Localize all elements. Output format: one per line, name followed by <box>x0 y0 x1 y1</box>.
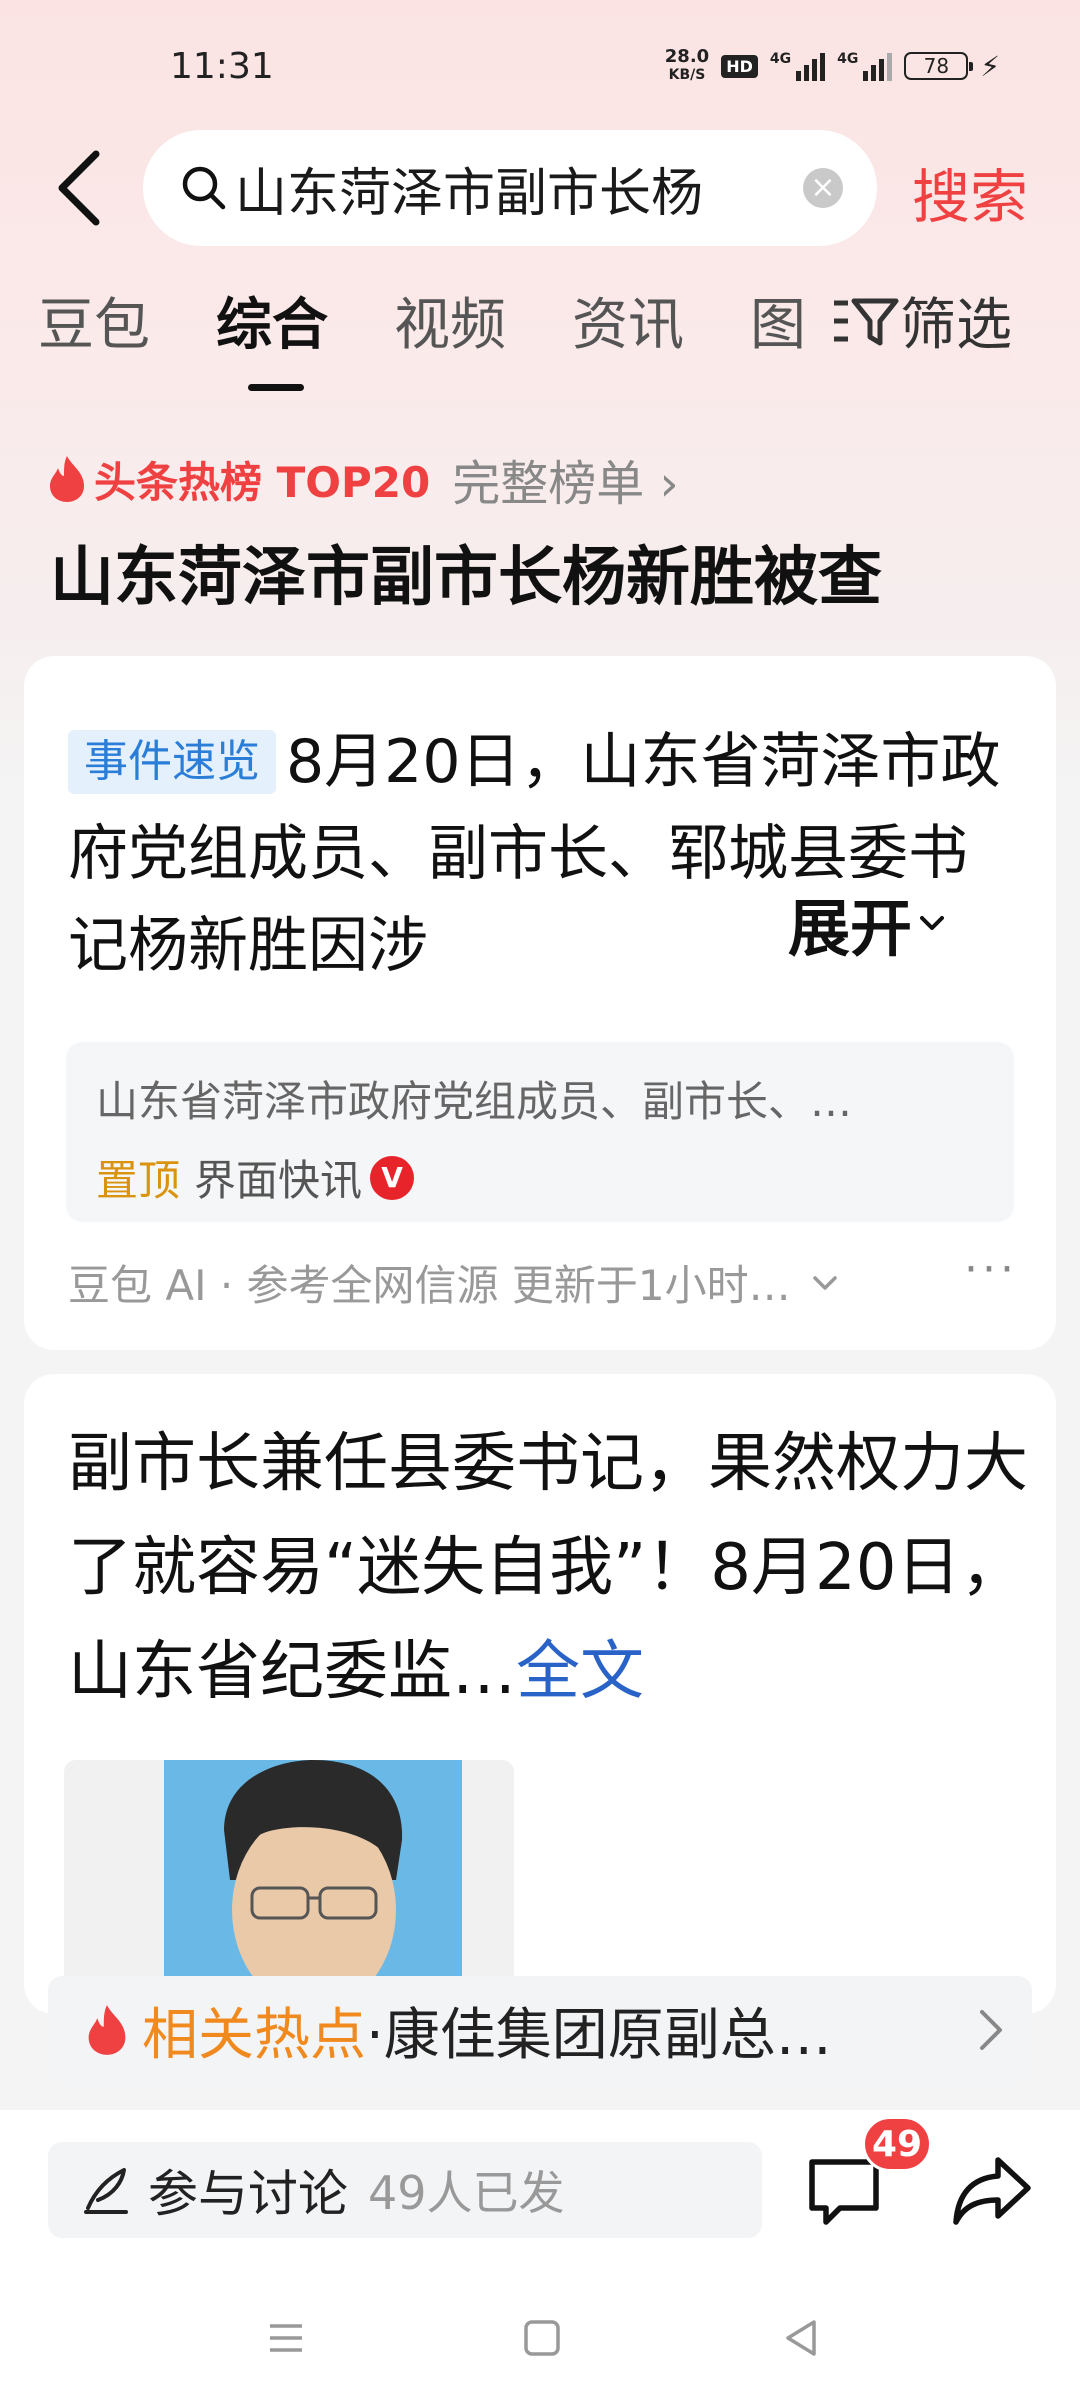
related-hot-text: ·康佳集团原副总… <box>366 2002 832 2068</box>
status-bar: 11:31 28.0 KB/S HD 4G 4G 78 ⚡ <box>0 0 1080 130</box>
ai-source-text: 豆包 AI · 参考全网信源 更新于1小时… <box>68 1261 791 1310</box>
expand-button[interactable]: 展开 <box>744 878 953 968</box>
hot-list-label: 头条热榜 TOP20 <box>94 457 431 507</box>
source-item[interactable]: 山东省菏泽市政府党组成员、副市长、… 置顶 界面快讯 V <box>66 1042 1014 1222</box>
home-icon[interactable] <box>518 2314 566 2362</box>
event-tag: 事件速览 <box>68 730 276 794</box>
search-icon <box>182 166 226 210</box>
article-text: 副市长兼任县委书记，果然权力大了就容易“迷失自我”！8月20日，山东省纪委监…全… <box>68 1412 1038 1724</box>
network-speed-unit: KB/S <box>668 67 706 83</box>
charging-icon: ⚡ <box>980 49 1000 83</box>
full-list-link[interactable]: 完整榜单 › <box>452 444 678 514</box>
expand-label: 展开 <box>788 892 913 965</box>
verified-icon: V <box>370 1155 415 1200</box>
pinned-label: 置顶 <box>96 1156 181 1205</box>
search-input[interactable]: 山东菏泽市副市长杨 × <box>143 130 877 246</box>
flame-icon <box>50 456 84 502</box>
back-arrow-icon[interactable] <box>52 148 108 228</box>
signal-icon-2: 4G <box>837 51 893 81</box>
status-icons: 28.0 KB/S HD 4G 4G 78 ⚡ <box>665 46 1000 86</box>
source-meta: 置顶 界面快讯 V <box>96 1147 984 1208</box>
search-button[interactable]: 搜索 <box>912 150 1028 234</box>
flame-icon <box>88 2005 126 2055</box>
network-speed-value: 28.0 <box>664 46 710 67</box>
related-hot-item[interactable]: 相关热点 ·康佳集团原副总… <box>48 1976 1032 2084</box>
related-hot-label: 相关热点 <box>142 2002 366 2068</box>
ai-source-footer: 豆包 AI · 参考全网信源 更新于1小时… ··· <box>68 1244 1028 1313</box>
clock: 11:31 <box>170 46 274 87</box>
network-speed: 28.0 KB/S <box>665 48 709 84</box>
filter-button[interactable]: 筛选 <box>820 280 1012 361</box>
filter-icon <box>834 298 899 345</box>
hot-list-link[interactable]: 头条热榜 TOP20 完整榜单 › <box>46 444 679 514</box>
more-options-icon[interactable]: ··· <box>964 1244 1018 1295</box>
menu-icon[interactable] <box>262 2314 310 2362</box>
share-icon[interactable] <box>950 2150 1034 2230</box>
pen-icon <box>84 2168 128 2214</box>
signal-label-2: 4G <box>837 51 859 67</box>
tab-comprehensive[interactable]: 综合 <box>216 280 328 361</box>
source-name: 界面快讯 <box>194 1156 363 1205</box>
chevron-down-icon[interactable] <box>807 1265 843 1301</box>
back-triangle-icon[interactable] <box>776 2314 824 2362</box>
discuss-input[interactable]: 参与讨论 49人已发 <box>48 2142 762 2238</box>
signal-label: 4G <box>769 51 792 67</box>
filter-label: 筛选 <box>900 293 1012 358</box>
battery-level: 78 <box>923 54 950 78</box>
signal-icon: 4G <box>769 51 826 81</box>
tab-news[interactable]: 资讯 <box>572 280 684 361</box>
discuss-count: 49人已发 <box>368 2166 565 2220</box>
event-summary-card[interactable]: 事件速览 8月20日，山东省菏泽市政府党组成员、副市长、郓城县委书记杨新胜因涉 展… <box>24 656 1056 1350</box>
tab-video[interactable]: 视频 <box>394 280 506 361</box>
active-tab-indicator <box>248 384 304 391</box>
clear-icon[interactable]: × <box>803 168 843 208</box>
tab-images[interactable]: 图 <box>750 280 806 361</box>
chevron-down-icon <box>920 916 945 930</box>
system-nav-bar <box>0 2290 1080 2400</box>
comment-count-badge: 49 <box>862 2116 932 2172</box>
full-text-link[interactable]: 全文 <box>516 1635 644 1709</box>
discuss-label: 参与讨论 <box>148 2165 348 2223</box>
tab-doubao[interactable]: 豆包 <box>38 280 150 361</box>
source-title: 山东省菏泽市政府党组成员、副市长、… <box>96 1077 853 1126</box>
hd-voice-icon: HD <box>721 54 758 78</box>
search-query[interactable]: 山东菏泽市副市长杨 <box>235 151 765 226</box>
chevron-right-icon <box>980 2010 1002 2050</box>
battery-icon: 78 <box>904 52 974 80</box>
article-card[interactable]: 副市长兼任县委书记，果然权力大了就容易“迷失自我”！8月20日，山东省纪委监…全… <box>24 1374 1056 2020</box>
hot-topic-title[interactable]: 山东菏泽市副市长杨新胜被查 <box>50 526 882 618</box>
